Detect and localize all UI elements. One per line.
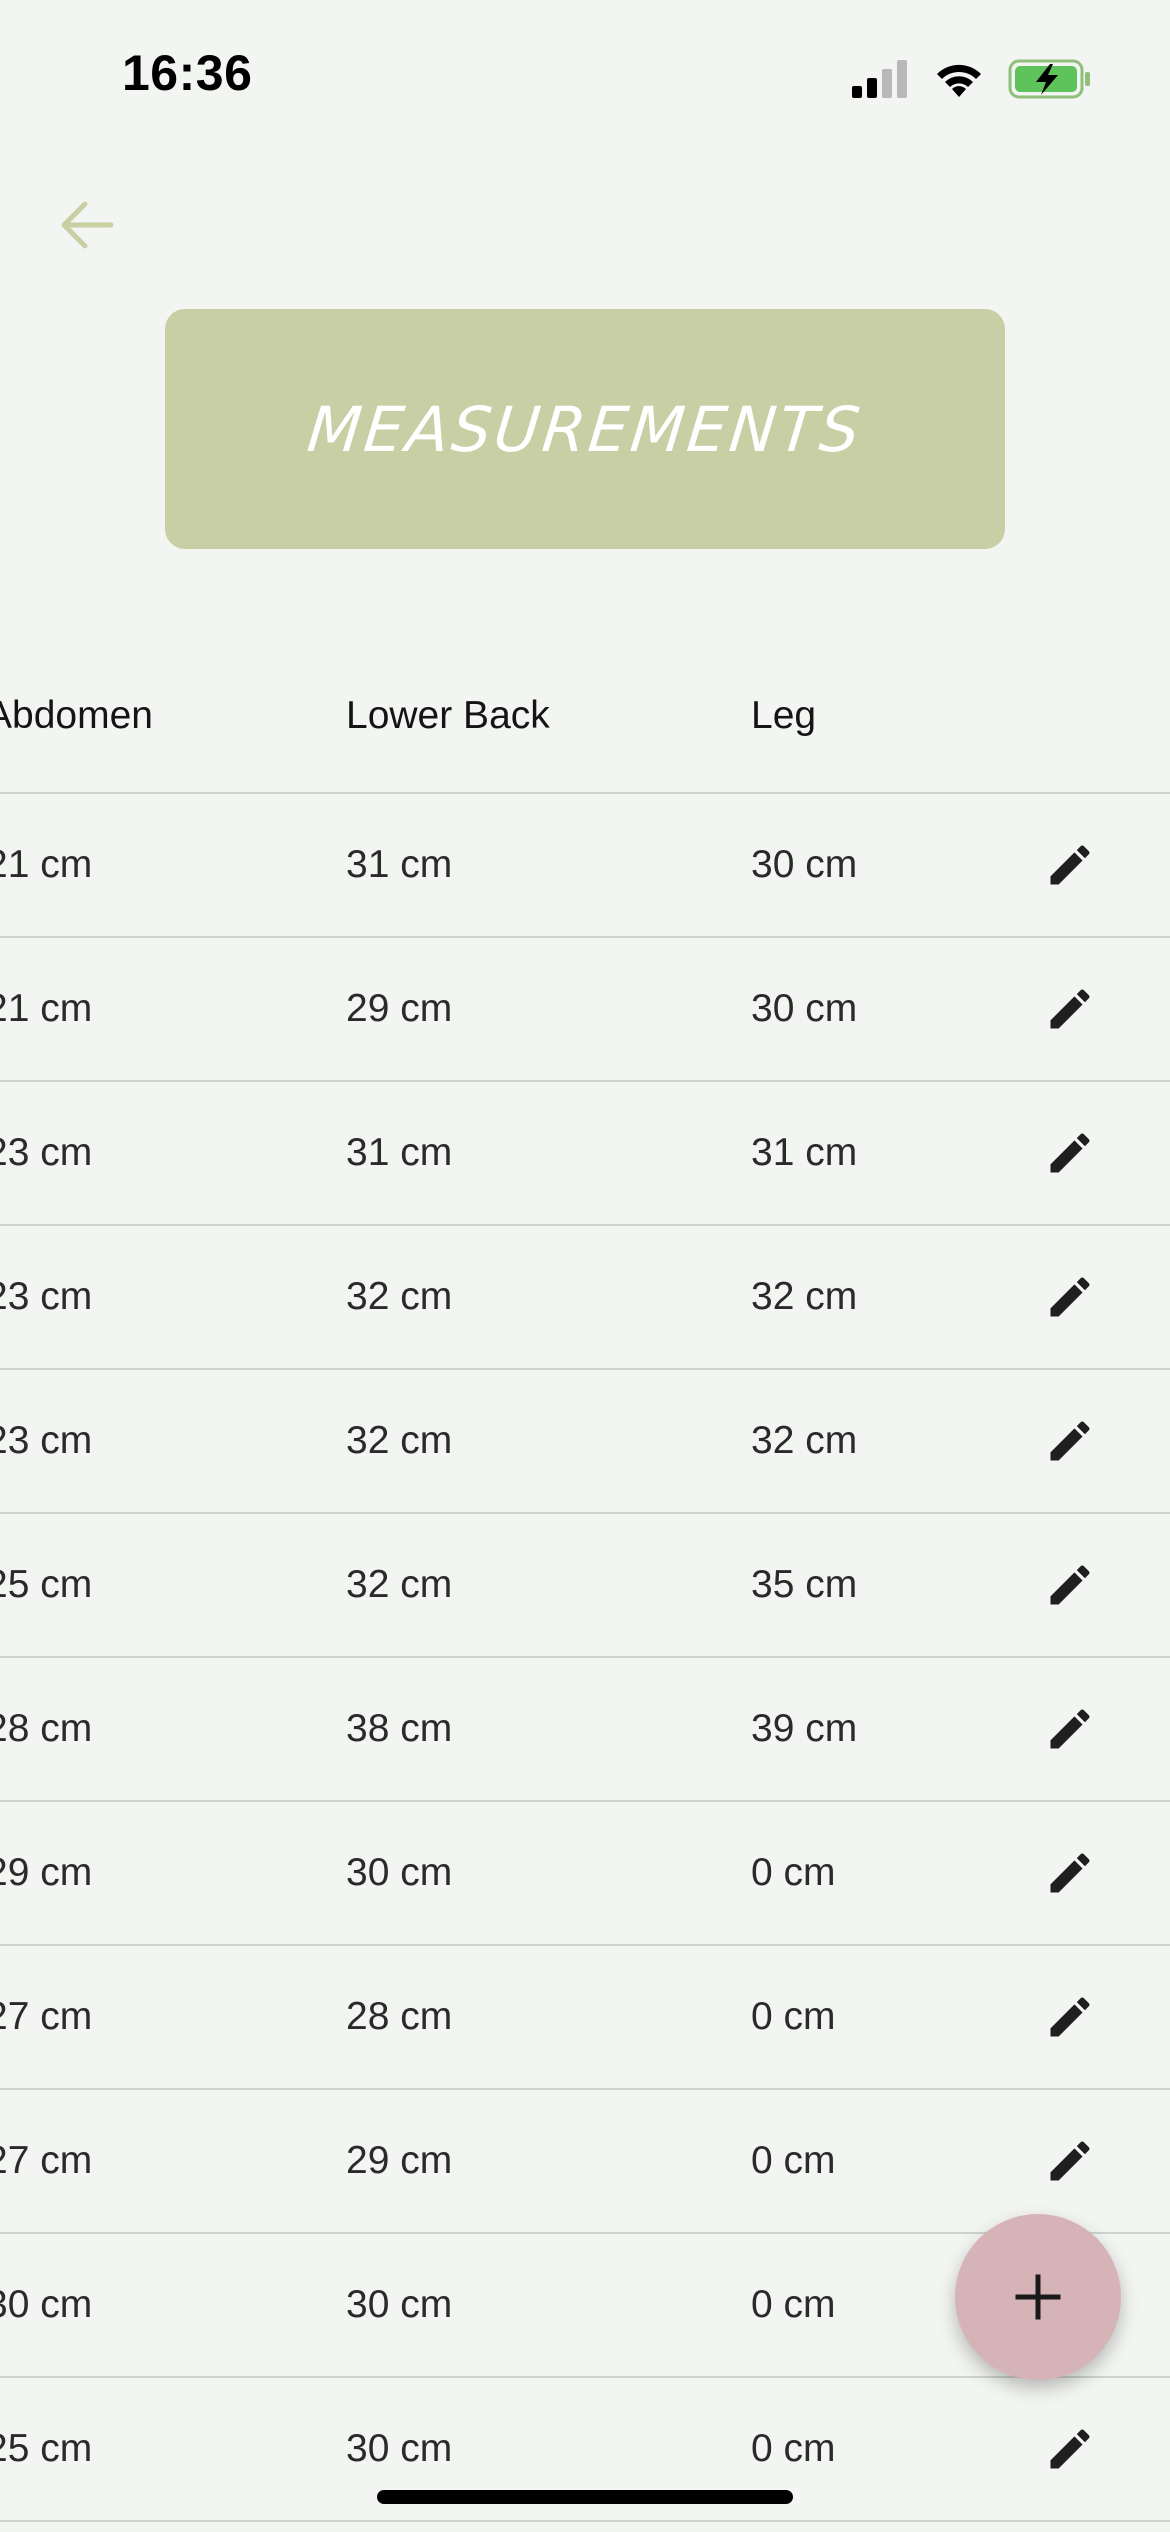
pencil-icon — [1050, 845, 1090, 885]
cell-lower-back: 31 cm — [346, 843, 453, 886]
table-row: 28 cm 38 cm 39 cm — [0, 1658, 1170, 1802]
cell-leg: 0 cm — [751, 2283, 836, 2326]
cell-abdomen: 21 cm — [0, 843, 93, 886]
pencil-icon — [1050, 1853, 1090, 1893]
table-row: 27 cm 28 cm 0 cm — [0, 1946, 1170, 2090]
cell-lower-back: 32 cm — [346, 1275, 453, 1318]
cell-abdomen: 23 cm — [0, 1419, 93, 1462]
status-icons — [852, 54, 1092, 104]
back-button[interactable] — [52, 190, 122, 260]
edit-row-button[interactable] — [1040, 1226, 1100, 1368]
cell-abdomen: 27 cm — [0, 2139, 93, 2182]
pencil-icon — [1050, 1997, 1090, 2037]
plus-icon — [1015, 2274, 1061, 2320]
cell-leg: 30 cm — [751, 843, 858, 886]
cell-abdomen: 27 cm — [0, 1995, 93, 2038]
status-time: 16:36 — [122, 45, 253, 101]
table-row: 27 cm 29 cm 0 cm — [0, 2090, 1170, 2234]
title-banner: MEASUREMENTS — [165, 309, 1005, 549]
cell-abdomen: 25 cm — [0, 1563, 93, 1606]
pencil-icon — [1050, 2429, 1090, 2469]
table-row: 23 cm 31 cm 31 cm — [0, 1082, 1170, 1226]
battery-charging-icon — [1008, 59, 1090, 99]
cell-leg: 31 cm — [751, 1131, 858, 1174]
edit-row-button[interactable] — [1040, 1370, 1100, 1512]
pencil-icon — [1050, 1277, 1090, 1317]
cell-abdomen: 29 cm — [0, 1851, 93, 1894]
table-row: 23 cm 32 cm 32 cm — [0, 1370, 1170, 1514]
cell-leg: 0 cm — [751, 1851, 836, 1894]
cell-leg: 32 cm — [751, 1275, 858, 1318]
wifi-icon — [937, 64, 981, 97]
home-indicator — [377, 2490, 793, 2504]
edit-row-button[interactable] — [1040, 1946, 1100, 2088]
pencil-icon — [1050, 1421, 1090, 1461]
edit-row-button[interactable] — [1040, 1082, 1100, 1224]
cell-abdomen: 23 cm — [0, 1131, 93, 1174]
table-row: 23 cm 32 cm 32 cm — [0, 1226, 1170, 1370]
status-bar: 16:36 — [0, 0, 1170, 150]
cell-leg: 32 cm — [751, 1419, 858, 1462]
cell-abdomen: 21 cm — [0, 987, 93, 1030]
edit-row-button[interactable] — [1040, 2378, 1100, 2520]
pencil-icon — [1050, 1709, 1090, 1749]
cell-leg: 35 cm — [751, 1563, 858, 1606]
pencil-icon — [1050, 2141, 1090, 2181]
table-row: 21 cm 29 cm 30 cm — [0, 938, 1170, 1082]
add-measurement-button[interactable] — [955, 2214, 1121, 2380]
column-header-lower-back: Lower Back — [346, 694, 550, 737]
cell-lower-back: 38 cm — [346, 1707, 453, 1750]
cell-lower-back: 31 cm — [346, 1131, 453, 1174]
edit-row-button[interactable] — [1040, 1802, 1100, 1944]
page-title: MEASUREMENTS — [303, 392, 867, 466]
cell-leg: 0 cm — [751, 2139, 836, 2182]
table-header: Abdomen Lower Back Leg — [0, 640, 1170, 794]
cell-abdomen: 23 cm — [0, 1275, 93, 1318]
edit-row-button[interactable] — [1040, 1658, 1100, 1800]
cell-abdomen: 28 cm — [0, 1707, 93, 1750]
arrow-left-icon — [61, 201, 114, 249]
cell-leg: 30 cm — [751, 987, 858, 1030]
table-row: 21 cm 31 cm 30 cm — [0, 794, 1170, 938]
cell-lower-back: 29 cm — [346, 987, 453, 1030]
cell-lower-back: 32 cm — [346, 1419, 453, 1462]
cell-leg: 39 cm — [751, 1707, 858, 1750]
cell-lower-back: 30 cm — [346, 2283, 453, 2326]
cell-lower-back: 30 cm — [346, 1851, 453, 1894]
column-header-abdomen: Abdomen — [0, 694, 153, 737]
cell-abdomen: 25 cm — [0, 2427, 93, 2470]
cell-abdomen: 30 cm — [0, 2283, 93, 2326]
edit-row-button[interactable] — [1040, 2090, 1100, 2232]
cell-lower-back: 29 cm — [346, 2139, 453, 2182]
cell-leg: 0 cm — [751, 1995, 836, 2038]
edit-row-button[interactable] — [1040, 938, 1100, 1080]
pencil-icon — [1050, 1133, 1090, 1173]
table-row: 29 cm 30 cm 0 cm — [0, 1802, 1170, 1946]
cell-lower-back: 28 cm — [346, 1995, 453, 2038]
pencil-icon — [1050, 989, 1090, 1029]
pencil-icon — [1050, 1565, 1090, 1605]
edit-row-button[interactable] — [1040, 1514, 1100, 1656]
column-header-leg: Leg — [751, 694, 817, 737]
edit-row-button[interactable] — [1040, 794, 1100, 936]
table-row: 25 cm 32 cm 35 cm — [0, 1514, 1170, 1658]
cell-lower-back: 32 cm — [346, 1563, 453, 1606]
cellular-signal-icon — [852, 60, 907, 98]
